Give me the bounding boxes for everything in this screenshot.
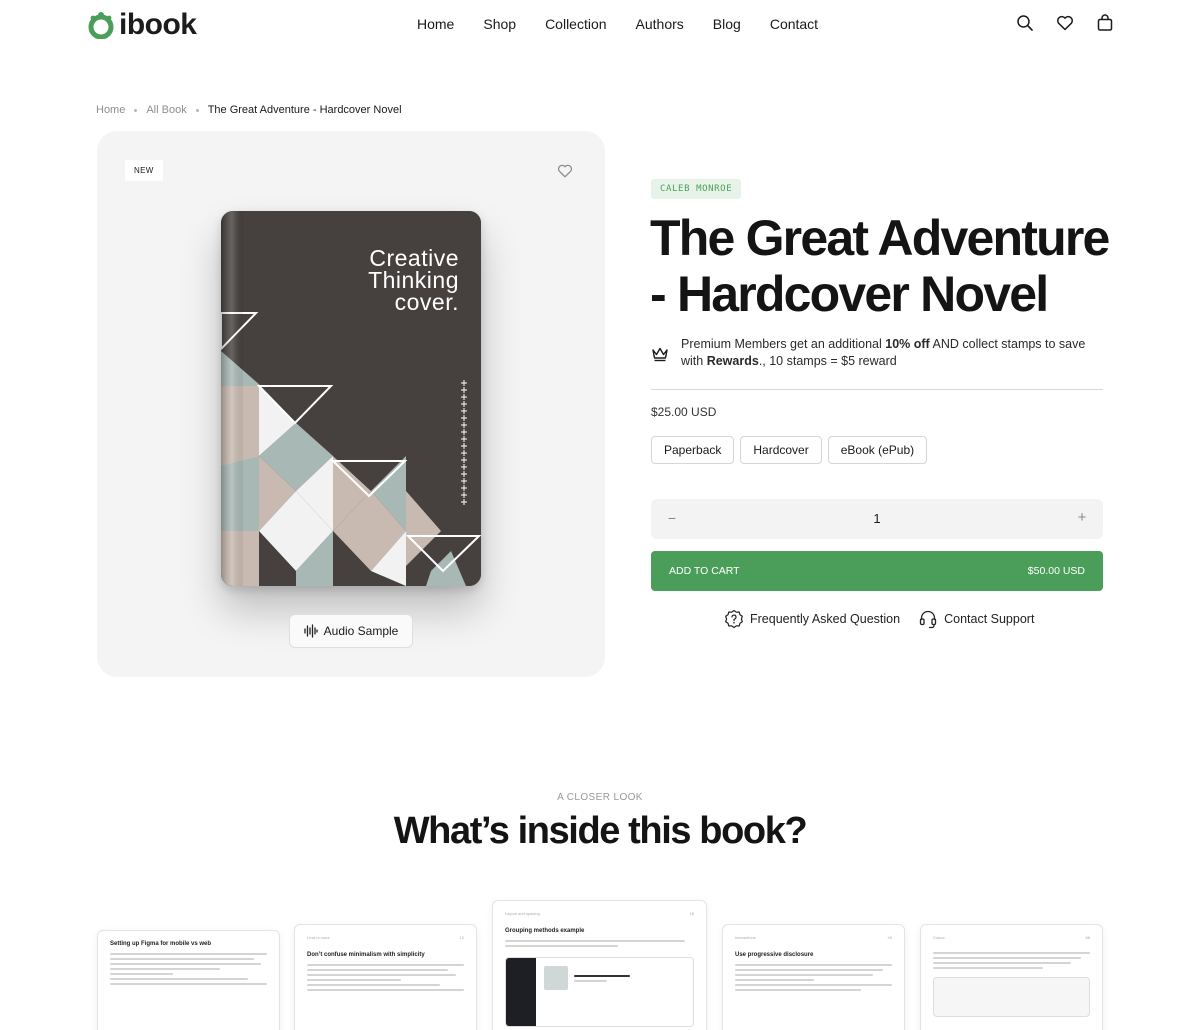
page-preview[interactable]: Less is more 12 Don’t confuse minimalism … — [294, 924, 477, 1030]
promo-post: ., 10 stamps = $5 reward — [758, 354, 897, 368]
bag-icon[interactable] — [1096, 14, 1114, 32]
wishlist-heart-icon[interactable] — [557, 163, 573, 179]
contact-support-link[interactable]: Contact Support — [918, 609, 1034, 629]
header-actions — [1016, 14, 1114, 32]
heart-icon[interactable] — [1056, 14, 1074, 32]
logo-icon — [88, 12, 114, 39]
author-tag[interactable]: CALEB MONROE — [651, 179, 742, 199]
page-preview-heading: Grouping methods example — [505, 928, 585, 934]
contact-support-label: Contact Support — [944, 612, 1035, 626]
nav-contact[interactable]: Contact — [770, 16, 818, 32]
new-badge: NEW — [125, 160, 163, 181]
audio-sample-label: Audio Sample — [323, 624, 399, 638]
nav-collection[interactable]: Collection — [545, 16, 606, 32]
page-preview[interactable]: Setting up Figma for mobile vs web — [97, 930, 280, 1030]
brand-name: ibook — [119, 8, 197, 41]
question-badge-icon — [725, 609, 743, 629]
quantity-value[interactable]: 1 — [651, 511, 1103, 526]
headset-icon — [919, 610, 937, 629]
membership-promo: Premium Members get an additional 10% of… — [651, 336, 1106, 370]
add-to-cart-button[interactable]: ADD TO CART $50.00 USD — [651, 551, 1103, 591]
crown-icon — [652, 347, 668, 362]
product-gallery: NEW Creative Thinking cover. Audio Sampl… — [97, 131, 605, 677]
cart-total: $50.00 USD — [1027, 565, 1085, 577]
help-links: Frequently Asked Question Contact Suppor… — [724, 609, 1034, 629]
promo-rewards: Rewards — [706, 354, 759, 368]
format-hardcover[interactable]: Hardcover — [740, 436, 822, 464]
promo-text: Premium Members get an additional 10% of… — [681, 336, 1106, 370]
nav-home[interactable]: Home — [417, 16, 454, 32]
product-title: The Great Adventure - Hardcover Novel — [650, 210, 1110, 322]
logo[interactable]: ibook — [87, 8, 197, 42]
breadcrumb-separator — [195, 108, 199, 112]
share-dialog-mockup — [933, 977, 1090, 1017]
audio-sample-button[interactable]: Audio Sample — [289, 614, 413, 648]
section-heading: What’s inside this book? — [393, 810, 808, 852]
breadcrumb-current: The Great Adventure - Hardcover Novel — [207, 104, 402, 116]
promo-pre: Premium Members get an additional — [681, 337, 886, 351]
promo-discount: 10% off — [885, 337, 930, 351]
breadcrumb-separator — [134, 108, 138, 112]
page-preview-heading: Setting up Figma for mobile vs web — [110, 941, 212, 947]
format-ebook[interactable]: eBook (ePub) — [827, 436, 928, 464]
quantity-stepper: − 1 + — [651, 499, 1103, 539]
plus-icon[interactable]: + — [1075, 509, 1089, 527]
main-nav: Home Shop Collection Authors Blog Contac… — [417, 16, 818, 32]
page-preview[interactable]: Colour 88 — [920, 924, 1103, 1030]
search-icon[interactable] — [1016, 14, 1034, 32]
format-paperback[interactable]: Paperback — [651, 436, 735, 464]
section-eyebrow: A CLOSER LOOK — [557, 792, 643, 803]
nav-blog[interactable]: Blog — [713, 16, 741, 32]
divider — [651, 389, 1103, 390]
page-preview-strip: Setting up Figma for mobile vs web Less … — [0, 900, 1200, 1030]
format-options: Paperback Hardcover eBook (ePub) — [651, 436, 928, 464]
page-preview[interactable]: Interactions 49 Use progressive disclosur… — [722, 924, 905, 1030]
music-player-mockup — [505, 957, 694, 1027]
product-price: $25.00 USD — [651, 405, 717, 419]
faq-label: Frequently Asked Question — [750, 612, 901, 626]
page-preview[interactable]: Layout and spacing 18 Grouping methods ex… — [492, 900, 707, 1030]
breadcrumb: Home All Book The Great Adventure - Hard… — [96, 104, 402, 116]
cover-title: Creative Thinking cover. — [368, 245, 459, 315]
nav-shop[interactable]: Shop — [483, 16, 516, 32]
faq-link[interactable]: Frequently Asked Question — [724, 609, 900, 629]
page-preview-heading: Use progressive disclosure — [735, 952, 814, 958]
nav-authors[interactable]: Authors — [636, 16, 684, 32]
breadcrumb-home[interactable]: Home — [96, 104, 125, 116]
waveform-icon — [303, 624, 318, 638]
page-preview-heading: Don’t confuse minimalism with simplicity — [307, 952, 425, 958]
book-cover-image: Creative Thinking cover. — [221, 211, 481, 586]
add-to-cart-label: ADD TO CART — [669, 565, 740, 577]
breadcrumb-all-book[interactable]: All Book — [146, 104, 186, 116]
